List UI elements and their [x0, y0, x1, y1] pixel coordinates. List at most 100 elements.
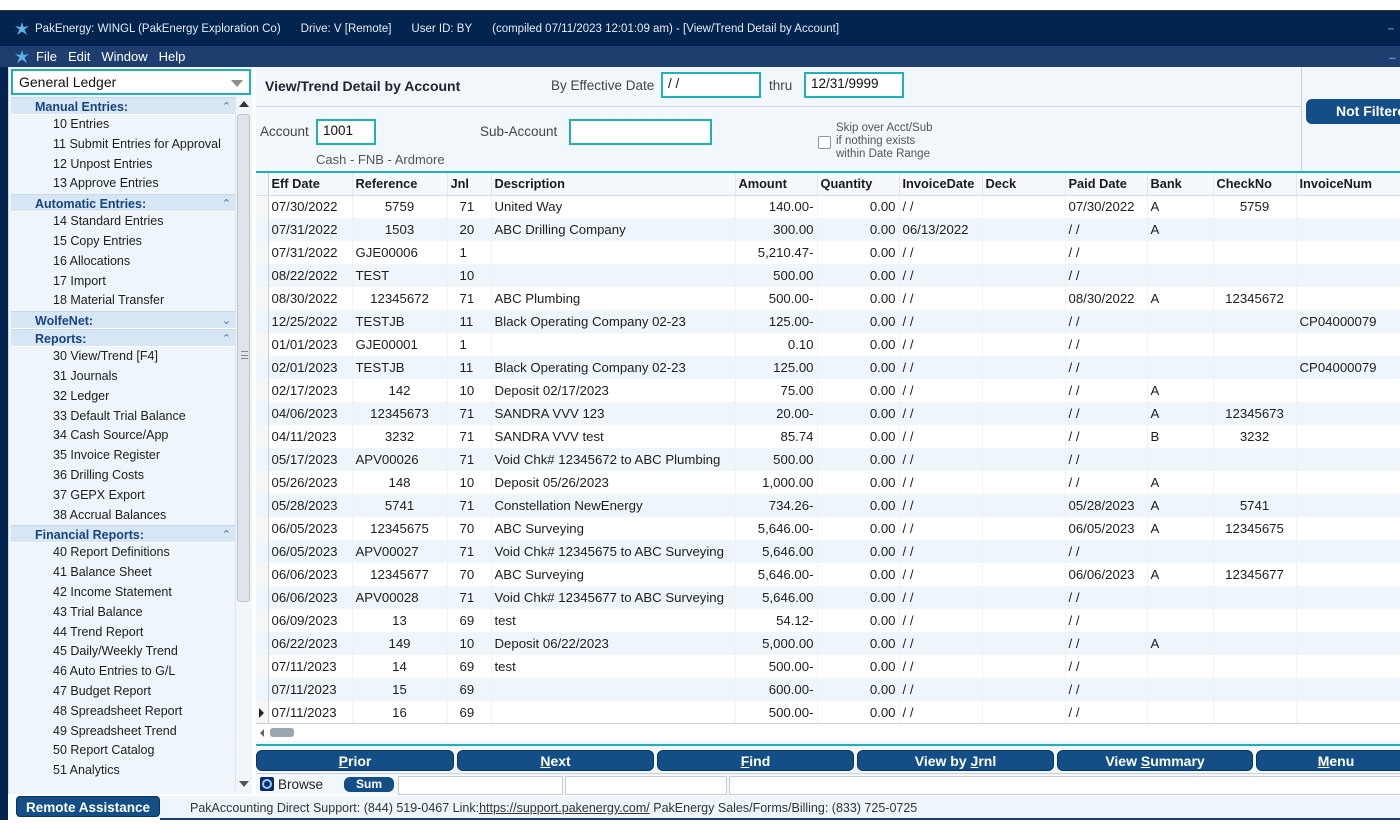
module-select[interactable]: General Ledger — [11, 69, 251, 95]
menu-button[interactable]: Menu — [1256, 750, 1400, 771]
collapse-icon[interactable]: ⌃ — [222, 330, 231, 348]
not-filtered-button[interactable]: Not Filtered — [1306, 99, 1400, 124]
table-row[interactable]: 08/22/2022 TEST 10 500.00 0.00 / / / / — [256, 264, 1400, 287]
column-header[interactable]: Bank — [1147, 173, 1214, 196]
sidebar-item[interactable]: 30 View/Trend [F4] — [11, 347, 235, 367]
view-summary-button[interactable]: View Summary — [1057, 750, 1253, 771]
column-header[interactable]: Paid Date — [1065, 173, 1148, 196]
menu-edit[interactable]: Edit — [68, 49, 90, 64]
sidebar-item[interactable]: 40 Report Definitions — [11, 543, 235, 563]
sidebar-section-header[interactable]: Financial Reports: ⌃ — [11, 525, 235, 544]
table-row[interactable]: 07/11/2023 14 69 test 500.00- 0.00 / / / / — [256, 655, 1400, 678]
row-indicator[interactable] — [256, 540, 269, 563]
row-indicator[interactable] — [256, 586, 269, 609]
sidebar-item[interactable]: 10 Entries — [11, 115, 235, 135]
sidebar-item[interactable]: 38 Accrual Balances — [11, 506, 235, 526]
column-header[interactable]: Amount — [735, 173, 818, 196]
row-indicator[interactable] — [256, 609, 269, 632]
row-indicator[interactable] — [256, 563, 269, 586]
column-header[interactable]: InvoiceDate — [899, 173, 983, 196]
sidebar-scrollbar[interactable] — [235, 97, 251, 791]
table-row[interactable]: 08/30/2022 12345672 71 ABC Plumbing 500.00- 0… — [256, 287, 1400, 310]
table-row[interactable]: 02/01/2023 TESTJB 11 Black Operating Compan… — [256, 356, 1400, 379]
column-header[interactable]: InvoiceNum — [1296, 173, 1400, 196]
sidebar-item[interactable]: 44 Trend Report — [11, 623, 235, 643]
table-row[interactable]: 07/31/2022 GJE00006 1 5,210.47- 0.00 / / / / — [256, 241, 1400, 264]
scrollbar-thumb[interactable] — [237, 114, 250, 602]
row-indicator[interactable] — [256, 494, 269, 517]
sidebar-item[interactable]: 47 Budget Report — [11, 682, 235, 702]
row-indicator[interactable] — [256, 448, 269, 471]
table-row[interactable]: 05/28/2023 5741 71 Constellation NewEnergy 7… — [256, 494, 1400, 517]
sidebar-item[interactable]: 51 Analytics — [11, 761, 235, 781]
from-date-input[interactable]: / / — [661, 72, 761, 98]
column-header[interactable]: Description — [491, 173, 736, 196]
row-indicator[interactable] — [256, 333, 269, 356]
row-indicator[interactable] — [256, 218, 269, 241]
sidebar-item[interactable]: 13 Approve Entries — [11, 174, 235, 194]
sidebar-item[interactable]: 33 Default Trial Balance — [11, 407, 235, 427]
sidebar-item[interactable]: 34 Cash Source/App — [11, 426, 235, 446]
sidebar-item[interactable]: 41 Balance Sheet — [11, 563, 235, 583]
sidebar-item[interactable]: 37 GEPX Export — [11, 486, 235, 506]
row-indicator[interactable] — [256, 264, 269, 287]
table-row[interactable]: 04/11/2023 3232 71 SANDRA VVV test 85.74 0.00… — [256, 425, 1400, 448]
table-row[interactable]: 07/11/2023 16 69 500.00- 0.00 / / / / — [256, 701, 1400, 723]
sidebar-section-header[interactable]: Reports: ⌃ — [11, 329, 235, 348]
row-indicator[interactable] — [256, 379, 269, 402]
sidebar-item[interactable]: 48 Spreadsheet Report — [11, 702, 235, 722]
next-button[interactable]: Next — [457, 750, 654, 771]
collapse-icon[interactable]: ⌃ — [222, 526, 231, 544]
table-row[interactable]: 06/06/2023 12345677 70 ABC Surveying 5,646.0… — [256, 563, 1400, 586]
table-row[interactable]: 06/05/2023 APV00027 71 Void Chk# 12345675 t… — [256, 540, 1400, 563]
sidebar-item[interactable]: 45 Daily/Weekly Trend — [11, 642, 235, 662]
find-button[interactable]: Find — [657, 750, 854, 771]
table-row[interactable]: 12/25/2022 TESTJB 11 Black Operating Compan… — [256, 310, 1400, 333]
menu-window[interactable]: Window — [101, 49, 147, 64]
sum-button[interactable]: Sum — [344, 777, 394, 792]
sidebar-item[interactable]: 36 Drilling Costs — [11, 466, 235, 486]
view-by-jrnl-button[interactable]: View by Jrnl — [857, 750, 1054, 771]
collapse-icon[interactable]: ⌃ — [222, 98, 231, 116]
table-row[interactable]: 07/30/2022 5759 71 United Way 140.00- 0.00 / … — [256, 195, 1400, 218]
sidebar-item[interactable]: 35 Invoice Register — [11, 446, 235, 466]
prior-button[interactable]: Prior — [256, 750, 454, 771]
table-row[interactable]: 05/17/2023 APV00026 71 Void Chk# 12345672 t… — [256, 448, 1400, 471]
horizontal-scroll-thumb[interactable] — [270, 728, 294, 737]
row-indicator[interactable] — [256, 402, 269, 425]
sidebar-section-header[interactable]: Automatic Entries: ⌃ — [11, 194, 235, 213]
table-row[interactable]: 01/01/2023 GJE00001 1 0.10 0.00 / / / / — [256, 333, 1400, 356]
column-header[interactable]: CheckNo — [1213, 173, 1297, 196]
menu-file[interactable]: File — [36, 49, 57, 64]
table-row[interactable]: 06/06/2023 APV00028 71 Void Chk# 12345677 t… — [256, 586, 1400, 609]
expand-icon[interactable]: ⌄ — [222, 312, 231, 330]
sidebar-item[interactable]: 15 Copy Entries — [11, 232, 235, 252]
column-header[interactable]: Quantity — [817, 173, 900, 196]
table-row[interactable]: 02/17/2023 142 10 Deposit 02/17/2023 75.00 0.… — [256, 379, 1400, 402]
sidebar-item[interactable]: 49 Spreadsheet Trend — [11, 722, 235, 742]
table-row[interactable]: 06/05/2023 12345675 70 ABC Surveying 5,646.0… — [256, 517, 1400, 540]
row-indicator[interactable] — [256, 471, 269, 494]
column-header[interactable]: Eff Date — [268, 173, 353, 196]
sidebar-item[interactable]: 11 Submit Entries for Approval — [11, 135, 235, 155]
skip-empty-option[interactable]: Skip over Acct/Sub if nothing exists wit… — [818, 122, 933, 161]
table-row[interactable]: 07/11/2023 15 69 600.00- 0.00 / / / / — [256, 678, 1400, 701]
row-indicator[interactable] — [256, 241, 269, 264]
menu-help[interactable]: Help — [159, 49, 186, 64]
sidebar-item[interactable]: 18 Material Transfer — [11, 291, 235, 311]
row-indicator[interactable] — [256, 287, 269, 310]
app-menu-icon[interactable] — [14, 49, 30, 65]
sidebar-item[interactable]: 42 Income Statement — [11, 583, 235, 603]
child-minimize-button[interactable]: – — [1389, 50, 1396, 65]
scroll-up-icon[interactable] — [239, 101, 249, 107]
collapse-icon[interactable]: ⌃ — [222, 195, 231, 213]
sidebar-item[interactable]: 32 Ledger — [11, 387, 235, 407]
sub-account-input[interactable] — [569, 119, 712, 145]
minimize-button[interactable]: – — [1388, 23, 1394, 35]
row-indicator[interactable] — [256, 356, 269, 379]
account-input[interactable]: 1001 — [316, 119, 376, 145]
row-indicator[interactable] — [256, 678, 269, 701]
sidebar-item[interactable]: 46 Auto Entries to G/L — [11, 662, 235, 682]
sidebar-item[interactable]: 16 Allocations — [11, 252, 235, 272]
sidebar-section-header[interactable]: WolfeNet: ⌄ — [11, 311, 235, 330]
